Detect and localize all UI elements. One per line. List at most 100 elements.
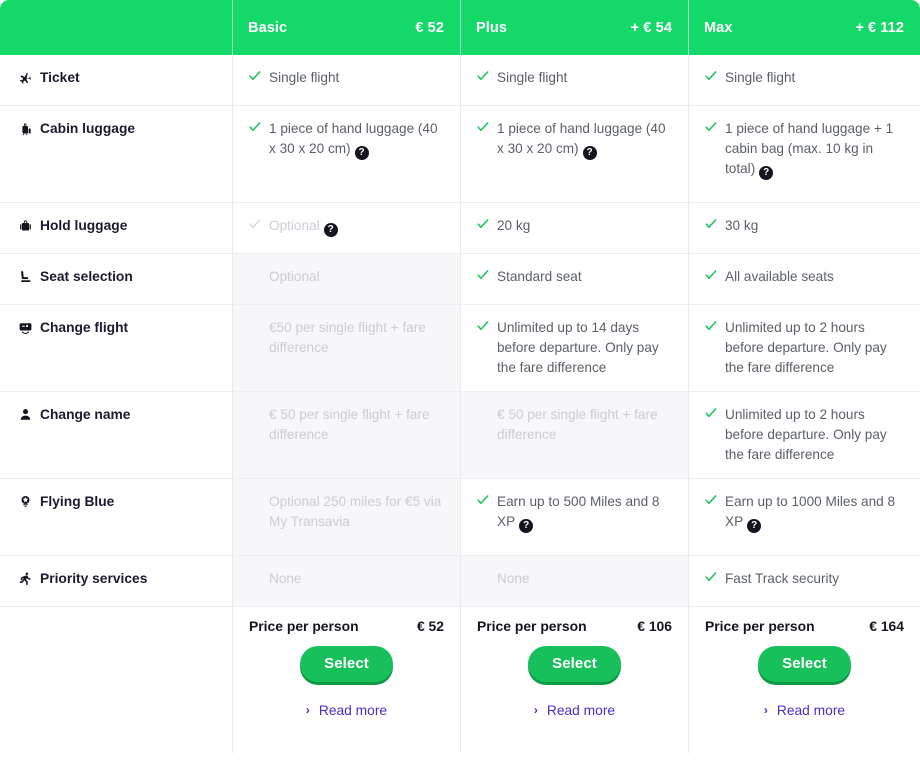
fare-comparison-table: Basic € 52 Plus + € 54 Max + € 112 Ticke…	[0, 0, 920, 767]
cell-text: 1 piece of hand luggage + 1 cabin bag (m…	[725, 119, 904, 180]
cell-text-value: 1 piece of hand luggage (40 x 30 x 20 cm…	[497, 121, 666, 156]
header-fare-name: Max	[704, 19, 733, 36]
check-icon	[477, 493, 489, 507]
table-row: Seat selection Optional Standard seat All a…	[0, 254, 920, 305]
cell-plus-flying-blue: Earn up to 500 Miles and 8 XP?	[460, 478, 688, 555]
row-label-change-name: Change name	[0, 391, 232, 478]
cell-max-flying-blue: Earn up to 1000 Miles and 8 XP?	[688, 478, 920, 555]
cell-text: Unlimited up to 14 days before departure…	[497, 318, 672, 378]
check-icon	[477, 217, 489, 231]
cell-text-value: Optional	[269, 269, 320, 284]
row-label-flying-blue: Flying Blue	[0, 478, 232, 555]
priority-icon	[18, 571, 33, 586]
check-icon	[477, 120, 489, 134]
footer-column-plus: Price per person € 106 Select › Read mor…	[460, 606, 688, 753]
header-column-basic: Basic € 52	[232, 0, 460, 55]
cell-basic-hold-luggage: Optional?	[232, 203, 460, 253]
table-row: Ticket Single flight Single flight Single f…	[0, 55, 920, 106]
help-icon[interactable]: ?	[354, 145, 369, 160]
cell-text: All available seats	[725, 267, 904, 287]
cell-plus-priority-services: None	[460, 555, 688, 606]
cell-text: 1 piece of hand luggage (40 x 30 x 20 cm…	[497, 119, 672, 160]
cell-text: Single flight	[269, 68, 444, 88]
cell-basic-seat-selection: Optional	[232, 254, 460, 304]
cell-text-value: Single flight	[269, 70, 340, 85]
header-fare-price: € 52	[415, 19, 444, 36]
cell-plus-change-flight: Unlimited up to 14 days before departure…	[460, 305, 688, 391]
cell-max-cabin-luggage: 1 piece of hand luggage + 1 cabin bag (m…	[688, 106, 920, 202]
help-icon[interactable]: ?	[582, 145, 597, 160]
read-more-link-plus[interactable]: › Read more	[534, 703, 615, 718]
price-value: € 164	[869, 617, 904, 634]
cell-text: Optional?	[269, 216, 444, 237]
check-icon-faded	[249, 217, 261, 231]
cell-max-hold-luggage: 30 kg	[688, 203, 920, 253]
cell-plus-hold-luggage: 20 kg	[460, 203, 688, 253]
check-icon	[705, 69, 717, 83]
chevron-right-icon: ›	[305, 703, 310, 718]
cell-text-value: Optional	[269, 218, 320, 233]
cell-plus-seat-selection: Standard seat	[460, 254, 688, 304]
price-line: Price per person € 164	[705, 618, 904, 634]
footer-corner-cell	[0, 606, 232, 753]
cell-basic-change-flight: €50 per single flight + fare difference	[232, 305, 460, 391]
cell-basic-ticket: Single flight	[232, 55, 460, 105]
table-row: Priority services None None Fast Track secu…	[0, 555, 920, 607]
cell-text-value: All available seats	[725, 269, 834, 284]
header-corner-cell	[0, 0, 232, 55]
read-more-link-max[interactable]: › Read more	[764, 703, 845, 718]
cabin-luggage-icon	[18, 121, 33, 136]
cell-basic-flying-blue: Optional 250 miles for €5 via My Transav…	[232, 478, 460, 555]
help-icon[interactable]: ?	[759, 165, 774, 180]
cell-text-value: Single flight	[497, 70, 568, 85]
person-icon	[18, 407, 33, 422]
help-icon[interactable]: ?	[747, 518, 762, 533]
cell-basic-change-name: € 50 per single flight + fare difference	[232, 391, 460, 478]
cell-text: 1 piece of hand luggage (40 x 30 x 20 cm…	[269, 119, 444, 160]
row-label-hold-luggage: Hold luggage	[0, 203, 232, 253]
cell-text: None	[497, 569, 672, 589]
cell-text-value: Unlimited up to 14 days before departure…	[497, 320, 659, 375]
table-row: Hold luggage Optional? 20 kg 30 kg	[0, 203, 920, 254]
check-icon	[249, 69, 261, 83]
cell-basic-priority-services: None	[232, 555, 460, 606]
cell-text: Earn up to 500 Miles and 8 XP?	[497, 492, 672, 533]
row-label-text: Seat selection	[40, 269, 133, 284]
check-icon	[705, 268, 717, 282]
header-fare-price: + € 112	[855, 19, 904, 36]
read-more-link-basic[interactable]: › Read more	[306, 703, 387, 718]
check-icon	[477, 69, 489, 83]
cell-text-value: € 50 per single flight + fare difference	[497, 406, 658, 442]
price-label: Price per person	[477, 617, 587, 634]
cell-max-ticket: Single flight	[688, 55, 920, 105]
header-column-max: Max + € 112	[688, 0, 920, 55]
table-row: Cabin luggage 1 piece of hand luggage (40…	[0, 106, 920, 203]
select-button-max[interactable]: Select	[758, 645, 851, 682]
help-icon[interactable]: ?	[323, 223, 338, 237]
header-fare-name: Plus	[476, 19, 508, 36]
check-icon	[477, 319, 489, 333]
read-more-label: Read more	[776, 702, 846, 718]
table-body: Ticket Single flight Single flight Single f…	[0, 55, 920, 607]
header-column-plus: Plus + € 54	[460, 0, 688, 55]
table-footer-row: Price per person € 52 Select › Read more…	[0, 606, 920, 753]
footer-column-max: Price per person € 164 Select › Read mor…	[688, 606, 920, 753]
select-button-basic[interactable]: Select	[300, 645, 393, 682]
header-fare-price: + € 54	[630, 19, 672, 36]
cell-plus-change-name: € 50 per single flight + fare difference	[460, 391, 688, 478]
price-value: € 52	[416, 617, 444, 634]
seat-icon	[18, 269, 33, 284]
cell-plus-cabin-luggage: 1 piece of hand luggage (40 x 30 x 20 cm…	[460, 106, 688, 202]
check-icon	[477, 268, 489, 282]
cell-text: Standard seat	[497, 267, 672, 287]
cell-max-change-name: Unlimited up to 2 hours before departure…	[688, 391, 920, 478]
cell-text-value: Unlimited up to 2 hours before departure…	[725, 406, 887, 462]
help-icon[interactable]: ?	[519, 518, 534, 533]
cell-text-value: 20 kg	[497, 218, 531, 233]
cell-text: € 50 per single flight + fare difference	[269, 405, 444, 445]
cell-text-value: Single flight	[725, 70, 796, 85]
price-value: € 106	[637, 617, 672, 634]
select-button-plus[interactable]: Select	[528, 645, 621, 682]
table-row: Change flight €50 per single flight + far…	[0, 305, 920, 392]
cell-text: Optional 250 miles for €5 via My Transav…	[269, 492, 444, 532]
